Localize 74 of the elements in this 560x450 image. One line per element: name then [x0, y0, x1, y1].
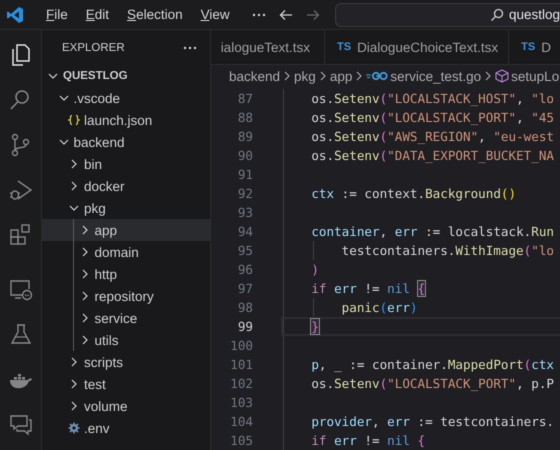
menu-item[interactable]: Edit: [86, 7, 110, 22]
line-number: 100: [229, 338, 253, 353]
line-number: 97: [236, 281, 253, 296]
line-number: 93: [236, 205, 253, 220]
menu-item[interactable]: Selection: [127, 7, 183, 22]
line-number: 104: [229, 414, 253, 429]
tree-item[interactable]: repository: [42, 285, 210, 307]
line-number: 105: [229, 433, 253, 448]
chevron-right-icon: [318, 70, 327, 82]
line-number: 89: [236, 129, 253, 144]
code-line: provider, err := testcontainers.: [311, 414, 554, 429]
line-number: 90: [236, 148, 253, 163]
go-file-icon: [366, 71, 388, 81]
line-number: 94: [236, 224, 253, 239]
code-line: if err != nil {: [311, 433, 426, 448]
tree-item[interactable]: service: [42, 307, 210, 329]
panel-title: EXPLORER: [62, 42, 125, 54]
tree-item[interactable]: test: [42, 373, 210, 395]
tree-item[interactable]: app: [42, 219, 210, 241]
braces-icon: [68, 114, 80, 126]
search-field[interactable]: questlog: [334, 2, 560, 26]
line-number: 99: [236, 319, 253, 334]
tree-item[interactable]: docker: [42, 175, 210, 197]
code-line: os.Setenv("DATA_EXPORT_BUCKET_NA: [311, 148, 554, 163]
tree-item[interactable]: volume: [42, 395, 210, 417]
code-line: panic(err): [342, 300, 418, 315]
tree-item[interactable]: .env: [42, 417, 210, 439]
line-number: 101: [229, 357, 253, 372]
tree-item[interactable]: QUESTLOG: [42, 65, 210, 87]
tree-item[interactable]: backend: [42, 131, 210, 153]
line-number: 91: [236, 167, 253, 182]
menu-item[interactable]: File: [46, 7, 68, 22]
tree-item[interactable]: http: [42, 263, 210, 285]
line-number: 92: [236, 186, 253, 201]
tree-item[interactable]: .vscode: [42, 87, 210, 109]
code-line: os.Setenv("LOCALSTACK_PORT", "45: [311, 110, 554, 125]
line-number: 103: [229, 395, 253, 410]
tree-item[interactable]: utils: [42, 329, 210, 351]
code-line: os.Setenv("AWS_REGION", "eu-west: [311, 129, 554, 144]
line-number: 98: [236, 300, 253, 315]
editor-tab[interactable]: ialogueText.tsx: [211, 30, 325, 64]
breadcrumb-item[interactable]: setupLo: [495, 68, 560, 84]
tree-item[interactable]: domain: [42, 241, 210, 263]
code-line: container, err := localstack.Run: [311, 224, 554, 239]
tree-item[interactable]: pkg: [42, 197, 210, 219]
code-line: testcontainers.WithImage("lo: [342, 243, 554, 258]
chevron-right-icon: [484, 70, 492, 82]
code-line: p, _ := container.MappedPort(ctx: [311, 357, 554, 372]
line-number: 102: [229, 376, 253, 391]
search-icon: [490, 8, 504, 22]
code-line: os.Setenv("LOCALSTACK_HOST", "lo: [311, 91, 554, 106]
line-number: 88: [236, 110, 253, 125]
editor-tab[interactable]: TS D: [509, 30, 560, 64]
menu-item[interactable]: View: [200, 7, 230, 22]
code-line: os.Setenv("LOCALSTACK_PORT", p.P: [311, 376, 554, 391]
code-line: ): [311, 262, 319, 277]
gear-icon: [68, 422, 80, 434]
tree-item[interactable]: launch.json: [42, 109, 210, 131]
breadcrumb-item[interactable]: service_test.go: [366, 68, 482, 84]
tree-item[interactable]: bin: [42, 153, 210, 175]
cube-icon: [495, 69, 510, 83]
line-number: 95: [236, 243, 253, 258]
chevron-right-icon: [283, 70, 292, 82]
app-logo-icon: [6, 6, 24, 24]
breadcrumb-item[interactable]: app: [330, 68, 352, 84]
breadcrumb-item[interactable]: pkg: [294, 68, 316, 84]
line-number: 96: [236, 262, 253, 277]
tree-item[interactable]: scripts: [42, 351, 210, 373]
code-line: ctx := context.Background(): [311, 186, 516, 201]
editor-tab[interactable]: TS DialogueChoiceText.tsx: [325, 30, 510, 64]
code-line: if err != nil {: [311, 281, 426, 296]
breadcrumb-item[interactable]: backend: [229, 68, 280, 84]
chevron-right-icon: [355, 70, 364, 82]
line-number: 87: [236, 91, 253, 106]
